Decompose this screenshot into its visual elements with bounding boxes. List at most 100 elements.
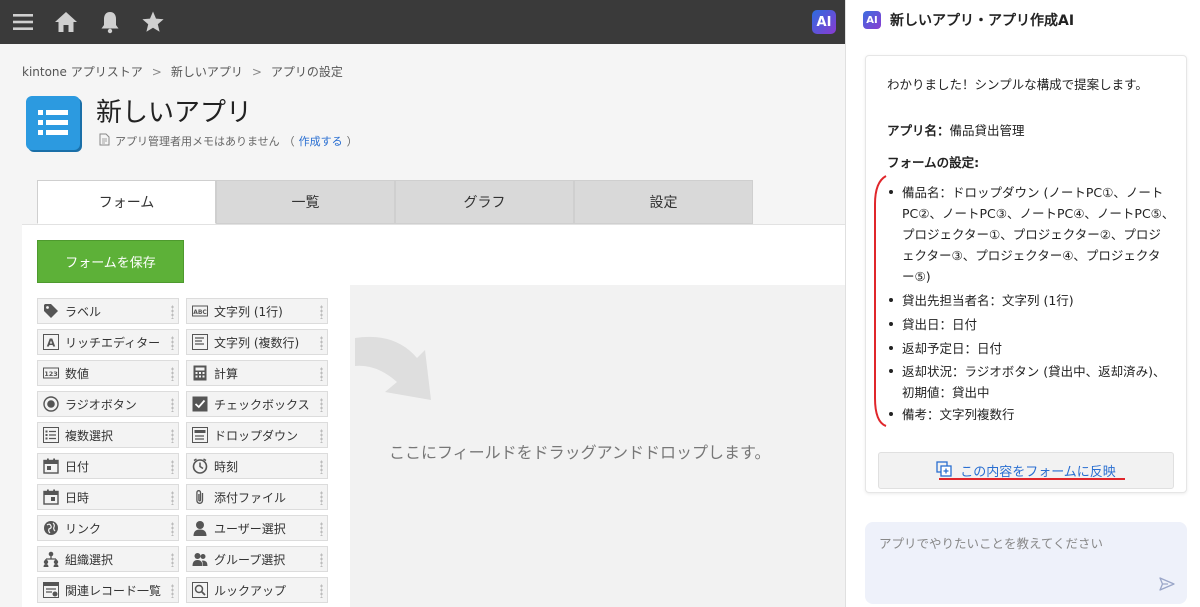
save-form-button[interactable]: フォームを保存	[37, 240, 184, 283]
memo-paren: （	[283, 135, 295, 148]
palette-item-text: 日付	[65, 459, 90, 474]
drag-handle[interactable]	[171, 460, 174, 474]
drag-handle[interactable]	[171, 491, 174, 505]
ai-field-item: 返却予定日：日付	[889, 338, 1175, 359]
breadcrumb-item-app-settings: アプリの設定	[270, 65, 343, 79]
ai-assistant-button[interactable]: AI	[812, 10, 836, 34]
palette-item-org-select[interactable]: 組織選択	[37, 546, 179, 572]
ai-field-item-text: 返却状況：ラジオボタン (貸出中、返却済み)、 初期値：貸出中	[902, 364, 1166, 400]
palette-item-text: グループ選択	[214, 552, 286, 567]
app-settings-area: kintone アプリストア > 新しいアプリ > アプリの設定 新しいアプリ アプリ管…	[0, 44, 845, 607]
apply-to-form-button[interactable]: この内容をフォームに反映	[878, 452, 1174, 489]
palette-item-attachment[interactable]: 添付ファイル	[186, 484, 328, 510]
ai-panel-header: AI 新しいアプリ・アプリ作成AI	[863, 10, 1074, 30]
breadcrumb: kintone アプリストア > 新しいアプリ > アプリの設定	[22, 63, 343, 80]
palette-item-lookup[interactable]: ルックアップ	[186, 577, 328, 603]
tab-graph[interactable]: グラフ	[395, 180, 574, 224]
palette-item-text: ルックアップ	[214, 583, 287, 598]
drag-handle[interactable]	[320, 553, 323, 567]
tab-settings[interactable]: 設定	[574, 180, 753, 224]
home-icon[interactable]	[54, 10, 78, 34]
drag-handle[interactable]	[171, 398, 174, 412]
menu-icon[interactable]	[11, 10, 35, 34]
send-icon[interactable]	[1159, 576, 1175, 592]
memo-doc-icon	[98, 133, 111, 149]
create-memo-link[interactable]: 作成する	[299, 133, 343, 149]
drag-handle[interactable]	[320, 460, 323, 474]
tab-form[interactable]: フォーム	[37, 180, 216, 224]
star-icon[interactable]	[141, 10, 165, 34]
palette-item-multi-select[interactable]: 複数選択	[37, 422, 179, 448]
palette-item-text: 数値	[65, 366, 90, 381]
palette-item-time[interactable]: 時刻	[186, 453, 328, 479]
tab-list[interactable]: 一覧	[216, 180, 395, 224]
ai-icon: AI	[863, 11, 881, 29]
palette-item-checkbox[interactable]: チェックボックス	[186, 391, 328, 417]
calculator-icon	[191, 365, 208, 382]
ai-prompt-input[interactable]: アプリでやりたいことを教えてください	[865, 522, 1187, 604]
lookup-icon	[191, 582, 208, 599]
field-drop-zone[interactable]: ここにフィールドをドラッグアンドドロップします。	[350, 285, 845, 607]
palette-item-label[interactable]: ラベル	[37, 298, 179, 324]
palette-item-text: ドロップダウン	[214, 428, 299, 443]
palette-item-datetime[interactable]: 日時	[37, 484, 179, 510]
page-title: 新しいアプリ	[96, 98, 253, 128]
settings-tabs: フォーム 一覧 グラフ 設定	[37, 180, 753, 224]
palette-item-text: ラベル	[65, 304, 102, 319]
datetime-icon	[42, 489, 59, 506]
drag-handle[interactable]	[171, 584, 174, 598]
drag-handle[interactable]	[171, 429, 174, 443]
tag-icon	[42, 303, 59, 320]
palette-item-radio[interactable]: ラジオボタン	[37, 391, 179, 417]
palette-item-group-select[interactable]: グループ選択	[186, 546, 328, 572]
palette-item-user-select[interactable]: ユーザー選択	[186, 515, 328, 541]
drag-handle[interactable]	[320, 336, 323, 350]
drag-handle[interactable]	[171, 367, 174, 381]
palette-item-multi-line-text[interactable]: 文字列 (複数行)	[186, 329, 328, 355]
multi-select-icon	[42, 427, 59, 444]
drag-handle[interactable]	[171, 522, 174, 536]
drag-handle[interactable]	[171, 553, 174, 567]
drag-handle[interactable]	[171, 305, 174, 319]
drag-handle[interactable]	[320, 429, 323, 443]
palette-item-text: 文字列 (1行)	[214, 304, 283, 319]
palette-item-calc[interactable]: 計算	[186, 360, 328, 386]
palette-item-text: 文字列 (複数行)	[214, 335, 300, 350]
palette-item-link[interactable]: リンク	[37, 515, 179, 541]
rich-text-icon: A	[42, 334, 59, 351]
clock-icon	[191, 458, 208, 475]
palette-item-dropdown[interactable]: ドロップダウン	[186, 422, 328, 448]
drag-handle[interactable]	[320, 398, 323, 412]
breadcrumb-separator: >	[151, 65, 162, 79]
palette-item-date[interactable]: 日付	[37, 453, 179, 479]
drop-arrow-icon	[355, 336, 431, 400]
calendar-icon	[42, 458, 59, 475]
breadcrumb-item-new-app[interactable]: 新しいアプリ	[171, 63, 243, 80]
user-icon	[191, 520, 208, 537]
palette-item-text: リンク	[65, 521, 102, 536]
app-name-value: 備品貸出管理	[949, 123, 1025, 138]
palette-item-related-records[interactable]: 関連レコード一覧	[37, 577, 179, 603]
ai-field-item: 貸出先担当者名：文字列 (1行)	[889, 290, 1175, 311]
palette-item-text: ラジオボタン	[65, 397, 137, 412]
palette-item-single-line-text[interactable]: ABC 文字列 (1行)	[186, 298, 328, 324]
svg-text:ABC: ABC	[193, 309, 207, 316]
palette-item-text: 組織選択	[65, 552, 114, 567]
related-records-icon	[42, 582, 59, 599]
palette-item-number[interactable]: 123 数値	[37, 360, 179, 386]
drag-handle[interactable]	[320, 491, 323, 505]
palette-item-text: リッチエディター	[65, 335, 161, 350]
palette-item-rich-editor[interactable]: A リッチエディター	[37, 329, 179, 355]
radio-icon	[42, 396, 59, 413]
breadcrumb-item-appstore[interactable]: kintone アプリストア	[22, 63, 143, 80]
drag-handle[interactable]	[320, 367, 323, 381]
bell-icon[interactable]	[98, 10, 122, 34]
breadcrumb-separator: >	[251, 65, 262, 79]
drag-handle[interactable]	[320, 305, 323, 319]
palette-item-text: 関連レコード一覧	[65, 583, 162, 598]
drag-handle[interactable]	[171, 336, 174, 350]
drag-handle[interactable]	[320, 522, 323, 536]
drag-handle[interactable]	[320, 584, 323, 598]
palette-item-text: 日時	[65, 490, 90, 505]
ai-panel-title: 新しいアプリ・アプリ作成AI	[890, 13, 1075, 29]
